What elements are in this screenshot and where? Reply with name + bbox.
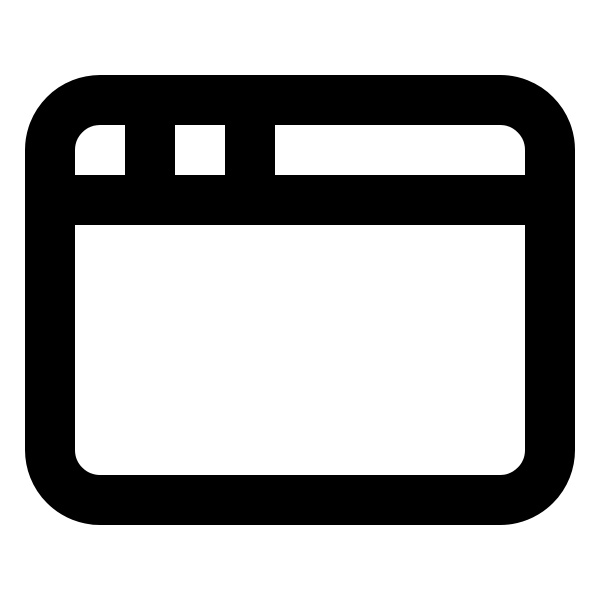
icon-canvas: [0, 0, 600, 600]
browser-window-icon: [25, 75, 575, 525]
